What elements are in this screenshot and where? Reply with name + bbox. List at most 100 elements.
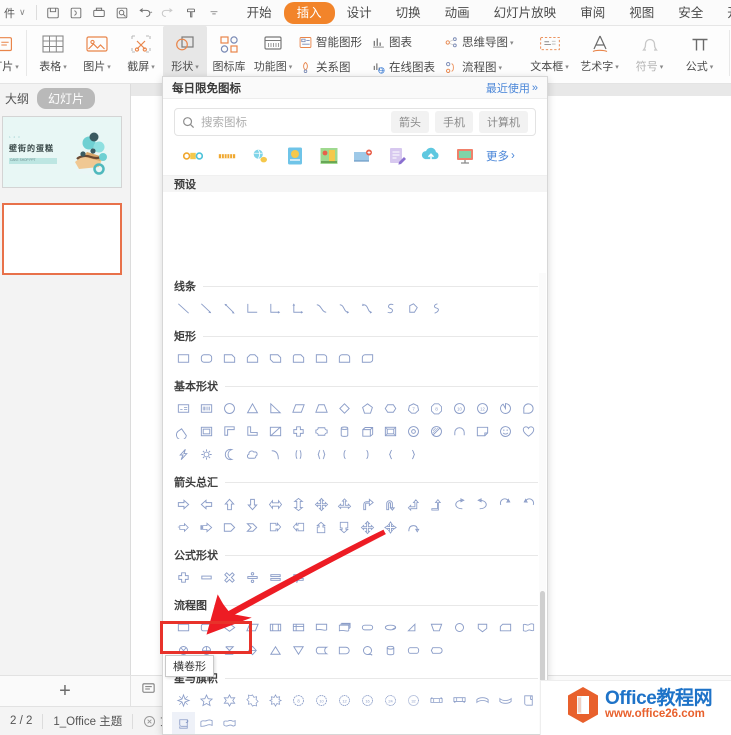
ribbon-symbol[interactable]: 符号 [625,26,675,82]
star-4-point[interactable] [172,689,195,712]
double-wave-shape[interactable] [218,712,241,734]
tab-insert[interactable]: 插入 [283,1,335,24]
shape-chord[interactable] [172,420,195,443]
shape-chevron[interactable] [241,516,264,539]
pane-tab-slides[interactable]: 幻灯片 [37,87,96,109]
shape-snip-corner-rectangle[interactable] [218,347,241,370]
shape-curve-double-arrow[interactable] [356,297,379,320]
star-10-point[interactable]: 10 [310,689,333,712]
shape-diagonal-stripe[interactable] [264,420,287,443]
icon-thumb-6[interactable] [346,145,380,167]
flowchart-direct-access[interactable] [402,639,425,662]
shape-bent-up-arrow[interactable] [425,493,448,516]
ribbon-up[interactable] [425,689,448,712]
shape-round-same-side[interactable] [333,347,356,370]
tab-review[interactable]: 审阅 [568,2,617,24]
ribbon-screenshot[interactable]: 截屏 [119,26,163,82]
shape-elbow-arrow[interactable] [264,297,287,320]
shape-snip-diagonal[interactable] [264,347,287,370]
flowchart-terminator[interactable] [356,616,379,639]
icon-thumb-9[interactable] [448,145,482,167]
shape-not-equal[interactable] [287,566,310,589]
page-indicator[interactable]: 2 / 2 [0,715,42,727]
shape-left-right-up-arrow[interactable] [333,493,356,516]
shape-circular-arrow[interactable] [494,493,517,516]
shape-round-brackets[interactable] [287,443,310,466]
search-chip-computer[interactable]: 计算机 [479,111,528,133]
ribbon-new-slide[interactable]: 灯片 [0,26,22,82]
shape-curly-brackets[interactable] [310,443,333,466]
shape-can[interactable] [333,420,356,443]
theme-name[interactable]: 1_Office 主题 [43,713,132,729]
shape-left-up-arrow[interactable] [402,493,425,516]
shape-plaque[interactable] [310,420,333,443]
flowchart-preparation[interactable] [379,616,402,639]
star-24-point[interactable]: 24 [379,689,402,712]
shape-right-triangle[interactable] [264,397,287,420]
tab-transitions[interactable]: 切换 [384,2,433,24]
shape-teardrop[interactable] [517,397,540,420]
flowchart-manual-operation[interactable] [425,616,448,639]
search-chip-arrow[interactable]: 箭头 [391,111,429,133]
shape-equal[interactable] [264,566,287,589]
shape-right-bracket[interactable] [356,443,379,466]
shape-left-right-arrow[interactable] [264,493,287,516]
shape-left-arrow[interactable] [195,493,218,516]
shape-line-double-arrow[interactable] [218,297,241,320]
shape-text-box-a[interactable] [172,397,195,420]
shape-pentagon[interactable] [356,397,379,420]
flowchart-merge[interactable] [287,639,310,662]
shape-elbow-connector[interactable] [241,297,264,320]
tab-design[interactable]: 设计 [335,2,384,24]
undo-icon[interactable] [134,3,156,23]
ribbon-icon-library[interactable]: 图标库 [207,26,251,82]
shape-curve-arrow[interactable] [333,297,356,320]
notes-icon[interactable] [141,681,156,701]
ribbon-online-chart[interactable]: 在线图表 [368,56,438,78]
shape-left-arrow-callout[interactable] [287,516,310,539]
shape-freeform[interactable] [402,297,425,320]
icon-thumb-8[interactable] [414,145,448,167]
icon-thumb-2[interactable] [210,145,244,167]
flowchart-extract[interactable] [264,639,287,662]
flowchart-sequential-access[interactable] [356,639,379,662]
tab-start[interactable]: 开始 [235,2,284,24]
shape-heart[interactable] [517,420,540,443]
shape-pie[interactable] [494,397,517,420]
ribbon-wordart[interactable]: 艺术字 [575,26,625,82]
icon-thumb-3[interactable] [244,145,278,167]
shape-line[interactable] [172,297,195,320]
shape-moon[interactable] [218,443,241,466]
shape-plus[interactable] [172,566,195,589]
shape-corner[interactable] [218,420,241,443]
star-16-point[interactable]: 16 [356,689,379,712]
flowchart-predefined-process[interactable] [264,616,287,639]
search-input[interactable]: 搜索图标 箭头 手机 计算机 [174,108,536,136]
customize-qat-icon[interactable] [203,3,225,23]
shape-bent-arrow[interactable] [356,493,379,516]
ribbon-chart[interactable]: 图表 [368,31,438,53]
flowchart-punched-tape[interactable] [517,616,540,639]
star-12-point[interactable]: 12 [333,689,356,712]
shape-cloud[interactable] [241,443,264,466]
star-8-point[interactable] [264,689,287,712]
print-icon[interactable] [88,3,110,23]
icon-thumb-7[interactable] [380,145,414,167]
shape-curved-right-arrow[interactable] [448,493,471,516]
file-tab-label[interactable]: 件 [2,5,17,21]
shape-double-bracket-arc[interactable] [264,443,287,466]
shape-parallelogram[interactable] [287,397,310,420]
shape-decagon[interactable]: 10 [448,397,471,420]
flowchart-connector[interactable] [448,616,471,639]
ribbon-textbox[interactable]: 文本框 [525,26,575,82]
print-preview-icon[interactable] [65,3,87,23]
shape-left-brace[interactable] [379,443,402,466]
ribbon-formula[interactable]: 公式 [675,26,725,82]
shape-rounded-rectangle[interactable] [195,347,218,370]
shape-ellipse[interactable] [218,397,241,420]
shape-right-arrow-small[interactable] [172,516,195,539]
tab-view[interactable]: 视图 [617,2,666,24]
shape-hexagon[interactable] [379,397,402,420]
shape-right-brace[interactable] [402,443,425,466]
shape-sun[interactable] [195,443,218,466]
